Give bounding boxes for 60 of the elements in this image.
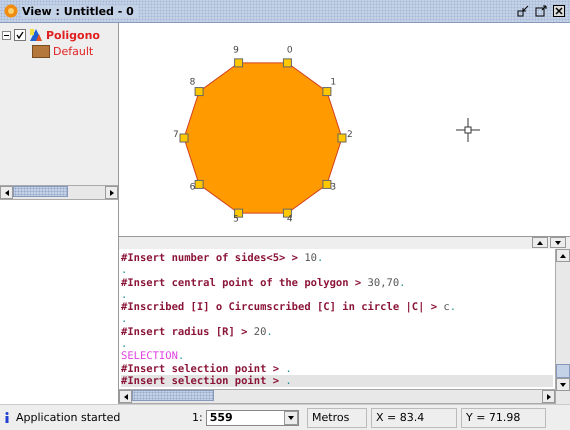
maximize-button[interactable] — [534, 4, 548, 18]
info-icon — [4, 412, 10, 423]
vertical-scrollbar[interactable] — [555, 249, 570, 404]
x-coordinate: X = 83.4 — [371, 408, 457, 428]
vertex-label: 4 — [286, 214, 293, 225]
console-line: . — [121, 313, 128, 326]
vertex-label: 1 — [330, 78, 336, 88]
scroll-thumb[interactable] — [556, 364, 570, 378]
scroll-left-button[interactable] — [119, 390, 132, 403]
vertex-handle[interactable] — [194, 180, 204, 189]
collapse-toggle[interactable] — [2, 30, 11, 40]
iconify-button[interactable] — [516, 4, 530, 18]
scroll-thumb[interactable] — [13, 186, 68, 197]
vertex-handle[interactable] — [234, 58, 244, 68]
expand-down-button[interactable] — [550, 237, 566, 248]
vertex-handle[interactable] — [194, 87, 204, 96]
vertex-label: 3 — [330, 182, 336, 192]
app-icon — [4, 4, 18, 18]
console-line: #Insert number of sides<5> > 10. — [121, 252, 324, 264]
vertex-handle[interactable] — [338, 134, 346, 142]
console-line: . — [121, 338, 128, 350]
vertex-handle[interactable] — [322, 180, 332, 189]
y-coordinate: Y = 71.98 — [461, 408, 546, 428]
horizontal-scrollbar[interactable] — [119, 389, 555, 404]
console-line: . — [121, 264, 128, 277]
vertex-handle[interactable] — [282, 58, 292, 68]
vertex-label: 7 — [173, 130, 179, 140]
vertex-label: 9 — [233, 45, 239, 56]
console-line: #Insert radius [R] > 20. — [121, 326, 274, 338]
scale-label: 1: — [192, 411, 203, 424]
vertex-label: 5 — [233, 214, 239, 225]
expand-up-button[interactable] — [532, 237, 548, 248]
scale-dropdown[interactable]: 559 — [206, 410, 299, 426]
vertex-handle[interactable] — [322, 87, 332, 96]
console-line: SELECTION. — [121, 350, 186, 363]
scroll-up-button[interactable] — [556, 249, 570, 262]
layer-name[interactable]: Poligono — [46, 28, 100, 42]
console-line: #Inscribed [I] o Circumscribed [C] in circle |C| > c. — [121, 301, 458, 314]
scroll-left-button[interactable] — [0, 186, 13, 199]
window-title: View : Untitled - 0 — [22, 4, 138, 18]
scroll-right-button[interactable] — [542, 390, 555, 403]
horizontal-scrollbar[interactable] — [0, 185, 118, 200]
layer-checkbox[interactable] — [14, 29, 26, 41]
crosshair-icon — [456, 118, 480, 142]
console-line: #Insert selection point > . — [121, 362, 293, 375]
vertex-label: 6 — [190, 182, 196, 192]
console-line: . — [121, 288, 128, 302]
legend-label: Default — [53, 44, 94, 58]
status-message: Application started — [16, 411, 120, 424]
close-button[interactable] — [552, 4, 566, 18]
console-line: #Insert central point of the polygon > 30,70. — [121, 276, 406, 289]
vertex-label: 2 — [347, 130, 353, 140]
layer-icon — [29, 28, 43, 42]
vertex-label: 8 — [190, 78, 196, 88]
vertex-handle[interactable] — [180, 134, 188, 142]
scroll-right-button[interactable] — [105, 186, 118, 199]
scroll-down-button[interactable] — [556, 378, 570, 391]
vertex-label: 0 — [286, 45, 293, 56]
units-label: Metros — [307, 408, 367, 428]
scroll-thumb[interactable] — [132, 390, 214, 401]
